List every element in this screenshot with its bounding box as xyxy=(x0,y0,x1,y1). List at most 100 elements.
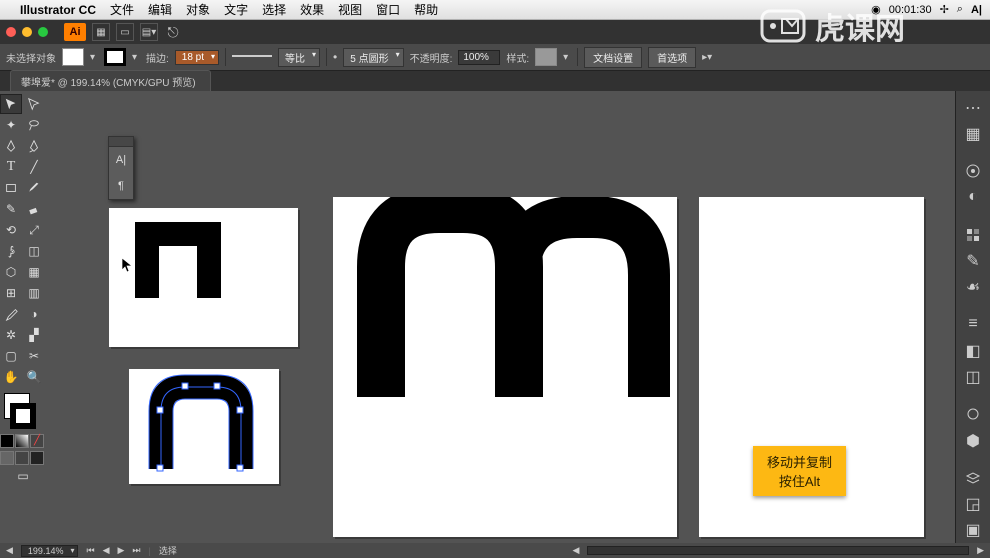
lasso-tool[interactable] xyxy=(23,115,45,135)
horizontal-scrollbar[interactable] xyxy=(587,546,969,555)
width-tool[interactable]: ⨔ xyxy=(0,241,22,261)
zoom-out-icon[interactable]: ◀ xyxy=(6,545,13,556)
change-screen-mode[interactable]: ▭ xyxy=(0,466,46,486)
float-panel-grip[interactable] xyxy=(109,137,133,147)
scrollbar-right-icon[interactable]: ▶ xyxy=(977,545,984,556)
menu-window[interactable]: 窗口 xyxy=(376,1,400,18)
symbols-panel-icon[interactable]: ☙ xyxy=(959,275,987,300)
layers-panel-icon[interactable] xyxy=(959,465,987,490)
eyedropper-tool[interactable] xyxy=(0,304,22,324)
direct-selection-tool[interactable] xyxy=(23,94,45,114)
shaper-tool[interactable]: ✎ xyxy=(0,199,22,219)
free-transform-tool[interactable]: ◫ xyxy=(23,241,45,261)
screen-mode-full[interactable] xyxy=(15,451,29,465)
rectangle-tool[interactable] xyxy=(0,178,22,198)
brushes-panel-icon[interactable]: ✎ xyxy=(959,248,987,273)
style-swatch[interactable] xyxy=(535,48,557,66)
selection-tool[interactable] xyxy=(0,94,22,114)
fill-stroke-indicator[interactable] xyxy=(0,391,40,431)
gradient-panel-icon[interactable]: ◧ xyxy=(959,338,987,363)
shape-builder-tool[interactable]: ⬡ xyxy=(0,262,22,282)
menu-type[interactable]: 文字 xyxy=(224,1,248,18)
blend-tool[interactable]: ◑ xyxy=(23,304,45,324)
crosshair-icon[interactable]: ✢ xyxy=(940,3,949,16)
color-mode-gradient[interactable] xyxy=(15,434,29,448)
adobe-icon[interactable]: A| xyxy=(971,4,982,16)
canvas[interactable]: 移动并复制 按住Alt A| ¶ xyxy=(50,91,955,543)
float-mini-panel[interactable]: A| ¶ xyxy=(108,136,134,200)
screen-mode-normal[interactable] xyxy=(0,451,14,465)
doc-tab[interactable]: 攀埠爱* @ 199.14% (CMYK/GPU 预览) xyxy=(10,70,211,92)
brush-dropdown[interactable]: 5 点圆形 xyxy=(343,48,403,67)
swatches-panel-icon[interactable] xyxy=(959,222,987,247)
transparency-panel-icon[interactable]: ◫ xyxy=(959,364,987,389)
artboard-nav-next-icon[interactable]: ▶ xyxy=(117,545,124,556)
color-mode-color[interactable] xyxy=(0,434,14,448)
gradient-tool[interactable]: ▥ xyxy=(23,283,45,303)
notifications-icon[interactable]: ⌕ xyxy=(957,3,963,16)
close-window[interactable] xyxy=(6,27,16,37)
menu-help[interactable]: 帮助 xyxy=(414,1,438,18)
menu-effect[interactable]: 效果 xyxy=(300,1,324,18)
asset-panel-icon[interactable]: ◲ xyxy=(959,491,987,516)
screen-mode-presentation[interactable] xyxy=(30,451,44,465)
zoom-window[interactable] xyxy=(38,27,48,37)
artboards-panel-icon[interactable]: ▣ xyxy=(959,518,987,543)
style-dropdown-icon[interactable]: ▾ xyxy=(563,52,571,63)
swatch-dropdown-icon[interactable]: ▾ xyxy=(90,52,98,63)
scale-tool[interactable]: ⤢ xyxy=(23,220,45,240)
properties-panel-icon[interactable]: ⋯ xyxy=(959,95,987,120)
mesh-tool[interactable]: ⊞ xyxy=(0,283,22,303)
fill-swatch[interactable] xyxy=(62,48,84,66)
symbol-sprayer-tool[interactable]: ✲ xyxy=(0,325,22,345)
scrollbar-left-icon[interactable]: ◀ xyxy=(573,545,580,556)
arrange-icon[interactable]: ▭ xyxy=(116,23,134,41)
float-paragraph-icon[interactable]: ¶ xyxy=(109,173,133,199)
zoom-tool[interactable]: 🔍 xyxy=(23,367,45,387)
type-tool[interactable]: T xyxy=(0,157,22,177)
artboard-nav-first-icon[interactable]: ⏮ xyxy=(86,545,94,556)
libraries-panel-icon[interactable]: ▦ xyxy=(959,121,987,146)
uniform-dropdown[interactable]: 等比 xyxy=(278,48,320,67)
pen-tool[interactable] xyxy=(0,136,22,156)
paintbrush-tool[interactable] xyxy=(23,178,45,198)
rotate-tool[interactable]: ⟲ xyxy=(0,220,22,240)
float-character-icon[interactable]: A| xyxy=(109,147,133,173)
prefs-button[interactable]: 首选项 xyxy=(648,47,696,68)
appearance-panel-icon[interactable] xyxy=(959,402,987,427)
color-mode-none[interactable]: ╱ xyxy=(30,434,44,448)
hand-tool[interactable]: ✋ xyxy=(0,367,22,387)
eraser-tool[interactable] xyxy=(23,199,45,219)
color-guide-panel-icon[interactable]: ◐ xyxy=(959,185,987,210)
stroke-panel-icon[interactable]: ≡ xyxy=(959,312,987,337)
stroke-profile[interactable] xyxy=(232,55,272,65)
zoom-dropdown[interactable]: 199.14% xyxy=(21,545,79,557)
menu-view[interactable]: 视图 xyxy=(338,1,362,18)
graphic-styles-panel-icon[interactable]: ⬢ xyxy=(959,428,987,453)
magic-wand-tool[interactable]: ✦ xyxy=(0,115,22,135)
arrange2-icon[interactable]: ▤▾ xyxy=(140,23,158,41)
stroke-swatch-dropdown-icon[interactable]: ▾ xyxy=(132,52,140,63)
slice-tool[interactable]: ✂ xyxy=(23,346,45,366)
artboard-nav-prev-icon[interactable]: ◀ xyxy=(103,545,110,556)
graph-tool[interactable]: ▞ xyxy=(23,325,45,345)
panel-toggle-icon[interactable]: ⎋ xyxy=(164,23,182,41)
menu-file[interactable]: 文件 xyxy=(110,1,134,18)
menu-select[interactable]: 选择 xyxy=(262,1,286,18)
stroke-weight-input[interactable]: 18 pt xyxy=(175,50,219,65)
bridge-icon[interactable]: ▦ xyxy=(92,23,110,41)
app-name[interactable]: Illustrator CC xyxy=(20,3,96,17)
opacity-input[interactable] xyxy=(458,50,500,65)
doc-setup-button[interactable]: 文档设置 xyxy=(584,47,642,68)
line-tool[interactable]: ╱ xyxy=(23,157,45,177)
menu-object[interactable]: 对象 xyxy=(186,1,210,18)
menu-edit[interactable]: 编辑 xyxy=(148,1,172,18)
more-dropdown-icon[interactable]: ▸▾ xyxy=(702,52,710,63)
artboard-tool[interactable]: ▢ xyxy=(0,346,22,366)
curvature-tool[interactable] xyxy=(23,136,45,156)
minimize-window[interactable] xyxy=(22,27,32,37)
perspective-tool[interactable]: ▦ xyxy=(23,262,45,282)
artboard-nav-last-icon[interactable]: ⏭ xyxy=(132,545,140,556)
stroke-swatch[interactable] xyxy=(104,48,126,66)
color-panel-icon[interactable] xyxy=(959,158,987,183)
